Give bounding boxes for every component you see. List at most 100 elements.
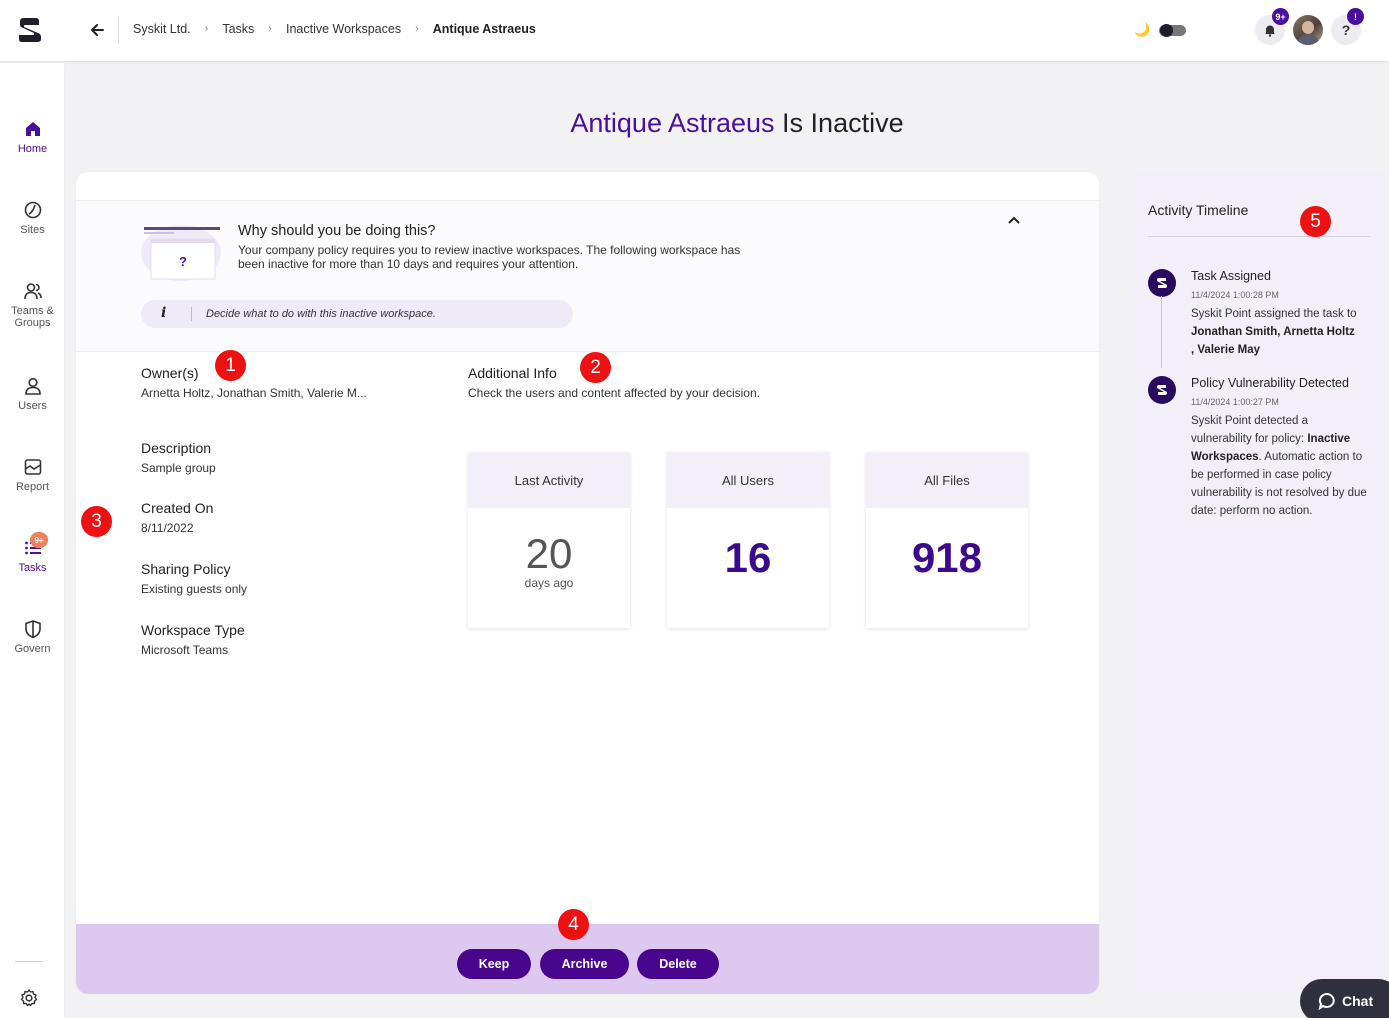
sharing-label: Sharing Policy [141,561,231,577]
created-value: 8/11/2022 [141,521,194,535]
event-time: 11/4/2024 1:00:28 PM [1191,290,1279,300]
help-badge: ! [1347,8,1364,25]
syskit-logo-icon [1148,376,1176,404]
title-suffix: Is Inactive [782,108,904,138]
chat-label: Chat [1342,993,1374,1009]
chevron-right-icon: › [415,23,419,35]
event-body: Syskit Point assigned the task to Jonath… [1191,305,1371,359]
avatar-face [1302,21,1314,34]
type-label: Workspace Type [141,622,245,638]
chat-button[interactable]: Chat [1300,979,1389,1018]
syskit-mark-icon [1157,385,1167,395]
tasks-badge: 9+ [30,532,48,548]
event-names[interactable]: Jonathan Smith, Arnetta Holtz [1191,326,1355,338]
sidebar-item-sites[interactable]: Sites [0,200,65,236]
timeline-title: Activity Timeline [1148,202,1249,218]
breadcrumb-current: Antique Astraeus [432,22,536,36]
back-arrow-icon[interactable] [88,20,108,40]
type-field: Workspace Type Microsoft Teams [141,622,245,657]
stat-sub: days ago [524,576,574,590]
owners-value[interactable]: Arnetta Holtz, Jonathan Smith, Valerie M… [141,386,367,400]
event-text: Syskit Point assigned the task to [1191,308,1357,320]
dark-mode-toggle[interactable] [1159,24,1186,37]
delete-button[interactable]: Delete [637,949,719,979]
keep-button[interactable]: Keep [457,949,531,979]
event-body: Syskit Point detected a vulnerability fo… [1191,412,1371,520]
why-section: ? Why should you be doing this? Your com… [76,200,1099,352]
why-text: Your company policy requires you to revi… [238,243,741,271]
type-value: Microsoft Teams [141,643,229,657]
event-time: 11/4/2024 1:00:27 PM [1191,397,1279,407]
sidebar-item-govern[interactable]: Govern [0,619,65,655]
stat-card-last-activity: Last Activity 20 days ago [468,452,630,628]
syskit-mark-icon [1157,278,1167,288]
sidebar-item-home[interactable]: Home [0,119,65,155]
question-mark-icon: ? [179,254,187,269]
syskit-logo[interactable] [14,15,44,45]
event-title: Task Assigned [1191,269,1271,283]
teams-icon [23,283,42,300]
notifications-badge: 9+ [1272,8,1289,25]
why-title: Why should you be doing this? [238,223,436,239]
stat-card-all-users[interactable]: All Users 16 [667,452,829,628]
description-value: Sample group [141,461,216,475]
stat-value: 20 [525,530,573,577]
breadcrumb-link[interactable]: Syskit Ltd. [133,22,191,36]
workspace-name: Antique Astraeus [570,108,775,138]
created-field: Created On 8/11/2022 [141,500,213,535]
sidebar-item-teams-groups[interactable]: Teams & Groups [0,281,65,329]
chevron-up-icon[interactable] [1006,213,1022,229]
archive-button[interactable]: Archive [540,949,629,979]
chevron-right-icon: › [204,23,209,35]
stat-card-all-files[interactable]: All Files 918 [866,452,1028,628]
stat-value: 918 [911,534,983,581]
stat-label: Last Activity [468,452,630,508]
shield-icon [24,620,41,639]
chat-bubble-icon [1318,992,1335,1010]
timeline-connector [1161,296,1162,368]
page-title: Antique Astraeus Is Inactive [66,108,1389,139]
sidebar-item-label: Report [15,481,50,493]
breadcrumb-link[interactable]: Inactive Workspaces [286,22,401,36]
breadcrumb-link[interactable]: Tasks [222,22,254,36]
sidebar-item-label: Teams & [11,305,54,317]
additional-text: Check the users and content affected by … [468,386,760,400]
user-icon [24,377,41,395]
avatar[interactable] [1293,15,1323,45]
illustration-icon [141,225,221,281]
gear-icon[interactable] [19,988,39,1008]
avatar-body [1297,34,1319,45]
question-icon: ? [1341,22,1351,38]
stat-label: All Files [866,452,1028,508]
hint-divider [191,307,192,321]
sidebar-item-label: Tasks [18,562,47,574]
annotation-marker: 5 [1300,206,1331,237]
owners-field: Owner(s) Arnetta Holtz, Jonathan Smith, … [141,365,367,400]
bell-icon [1265,25,1275,37]
sidebar-item-tasks[interactable]: 9+ Tasks [0,532,65,574]
sidebar-item-label: Groups [14,317,51,329]
sharing-field: Sharing Policy Existing guests only [141,561,247,596]
timeline-divider [1148,236,1370,237]
event-names[interactable]: , Valerie May [1191,344,1260,356]
sidebar-item-label: Govern [14,643,51,655]
breadcrumb-divider [118,16,119,44]
breadcrumb: Syskit Ltd. › Tasks › Inactive Workspace… [133,22,536,36]
action-footer: Keep Archive Delete [76,924,1099,994]
chevron-right-icon: › [268,23,272,35]
event-title: Policy Vulnerability Detected [1191,376,1349,390]
annotation-marker: 3 [81,506,112,537]
description-field: Description Sample group [141,440,216,475]
annotation-marker: 1 [215,350,246,381]
sidebar-item-users[interactable]: Users [0,376,65,412]
sidebar-item-label: Home [17,143,48,155]
annotation-marker: 2 [580,352,611,383]
syskit-logo-icon [1148,269,1176,297]
additional-label: Additional Info [468,365,557,381]
report-icon [24,459,41,475]
home-icon [25,122,40,136]
info-icon: i [161,305,167,321]
description-label: Description [141,440,212,456]
sidebar-item-report[interactable]: Report [0,457,65,493]
top-bar: Syskit Ltd. › Tasks › Inactive Workspace… [0,0,1389,62]
